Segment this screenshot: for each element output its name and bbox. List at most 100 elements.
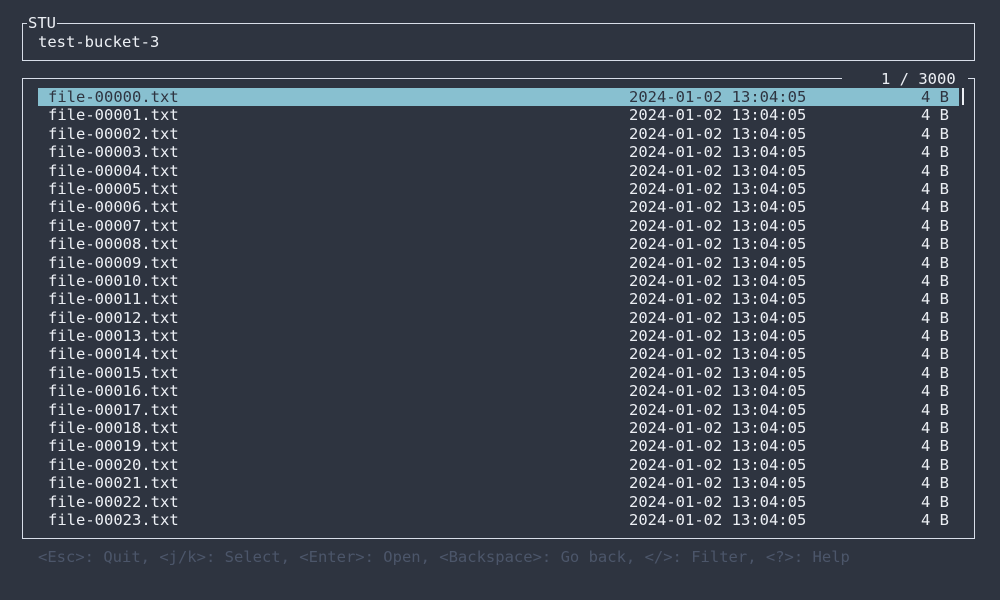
list-item[interactable]: file-00018.txt 2024-01-02 13:04:05 4 B bbox=[38, 419, 959, 437]
file-date: 2024-01-02 13:04:05 bbox=[629, 216, 807, 235]
file-name: file-00005.txt bbox=[48, 179, 179, 198]
file-name: file-00017.txt bbox=[48, 400, 179, 419]
file-size: 4 B bbox=[921, 474, 949, 493]
list-item[interactable]: file-00005.txt 2024-01-02 13:04:05 4 B bbox=[38, 180, 959, 198]
file-date: 2024-01-02 13:04:05 bbox=[629, 271, 807, 290]
file-size: 4 B bbox=[921, 290, 949, 309]
file-date: 2024-01-02 13:04:05 bbox=[629, 308, 807, 327]
help-bar: <Esc>: Quit, <j/k>: Select, <Enter>: Ope… bbox=[38, 548, 850, 566]
file-date: 2024-01-02 13:04:05 bbox=[629, 419, 807, 438]
list-item[interactable]: file-00012.txt 2024-01-02 13:04:05 4 B bbox=[38, 309, 959, 327]
list-item[interactable]: file-00001.txt 2024-01-02 13:04:05 4 B bbox=[38, 106, 959, 124]
object-list: file-00000.txt 2024-01-02 13:04:05 4 Bfile… bbox=[38, 88, 959, 529]
file-date: 2024-01-02 13:04:05 bbox=[629, 437, 807, 456]
file-date: 2024-01-02 13:04:05 bbox=[629, 382, 807, 401]
list-item[interactable]: file-00019.txt 2024-01-02 13:04:05 4 B bbox=[38, 437, 959, 455]
list-item[interactable]: file-00011.txt 2024-01-02 13:04:05 4 B bbox=[38, 290, 959, 308]
file-size: 4 B bbox=[921, 235, 949, 254]
list-item[interactable]: file-00009.txt 2024-01-02 13:04:05 4 B bbox=[38, 254, 959, 272]
file-name: file-00016.txt bbox=[48, 382, 179, 401]
list-item-selected[interactable]: file-00000.txt 2024-01-02 13:04:05 4 B bbox=[38, 88, 959, 107]
list-item[interactable]: file-00010.txt 2024-01-02 13:04:05 4 B bbox=[38, 272, 959, 290]
file-size: 4 B bbox=[921, 179, 949, 198]
file-size: 4 B bbox=[921, 382, 949, 401]
file-date: 2024-01-02 13:04:05 bbox=[629, 510, 807, 529]
list-item[interactable]: file-00004.txt 2024-01-02 13:04:05 4 B bbox=[38, 162, 959, 180]
file-name: file-00000.txt bbox=[48, 88, 179, 106]
file-name: file-00001.txt bbox=[48, 106, 179, 125]
file-name: file-00009.txt bbox=[48, 253, 179, 272]
file-date: 2024-01-02 13:04:05 bbox=[629, 492, 807, 511]
list-item[interactable]: file-00015.txt 2024-01-02 13:04:05 4 B bbox=[38, 364, 959, 382]
file-size: 4 B bbox=[921, 363, 949, 382]
list-item[interactable]: file-00002.txt 2024-01-02 13:04:05 4 B bbox=[38, 125, 959, 143]
file-name: file-00020.txt bbox=[48, 455, 179, 474]
file-name: file-00014.txt bbox=[48, 345, 179, 364]
list-item[interactable]: file-00007.txt 2024-01-02 13:04:05 4 B bbox=[38, 217, 959, 235]
list-item[interactable]: file-00006.txt 2024-01-02 13:04:05 4 B bbox=[38, 198, 959, 216]
list-item[interactable]: file-00021.txt 2024-01-02 13:04:05 4 B bbox=[38, 474, 959, 492]
list-item[interactable]: file-00017.txt 2024-01-02 13:04:05 4 B bbox=[38, 401, 959, 419]
scrollbar-thumb[interactable] bbox=[962, 88, 964, 105]
file-date: 2024-01-02 13:04:05 bbox=[629, 455, 807, 474]
file-name: file-00007.txt bbox=[48, 216, 179, 235]
file-date: 2024-01-02 13:04:05 bbox=[629, 363, 807, 382]
file-size: 4 B bbox=[921, 308, 949, 327]
file-size: 4 B bbox=[921, 253, 949, 272]
file-date: 2024-01-02 13:04:05 bbox=[629, 253, 807, 272]
list-item[interactable]: file-00003.txt 2024-01-02 13:04:05 4 B bbox=[38, 143, 959, 161]
file-name: file-00003.txt bbox=[48, 143, 179, 162]
item-counter: 1 / 3000 bbox=[881, 70, 956, 88]
file-size: 4 B bbox=[921, 271, 949, 290]
file-size: 4 B bbox=[921, 492, 949, 511]
file-date: 2024-01-02 13:04:05 bbox=[629, 106, 807, 125]
file-name: file-00011.txt bbox=[48, 290, 179, 309]
file-name: file-00002.txt bbox=[48, 124, 179, 143]
list-item[interactable]: file-00014.txt 2024-01-02 13:04:05 4 B bbox=[38, 345, 959, 363]
file-name: file-00013.txt bbox=[48, 327, 179, 346]
file-size: 4 B bbox=[921, 88, 949, 106]
file-size: 4 B bbox=[921, 345, 949, 364]
file-date: 2024-01-02 13:04:05 bbox=[629, 198, 807, 217]
bucket-header-box bbox=[22, 23, 975, 61]
file-name: file-00004.txt bbox=[48, 161, 179, 180]
list-item[interactable]: file-00016.txt 2024-01-02 13:04:05 4 B bbox=[38, 382, 959, 400]
file-size: 4 B bbox=[921, 510, 949, 529]
list-item[interactable]: file-00022.txt 2024-01-02 13:04:05 4 B bbox=[38, 493, 959, 511]
file-name: file-00012.txt bbox=[48, 308, 179, 327]
file-name: file-00008.txt bbox=[48, 235, 179, 254]
file-name: file-00022.txt bbox=[48, 492, 179, 511]
file-date: 2024-01-02 13:04:05 bbox=[629, 124, 807, 143]
file-date: 2024-01-02 13:04:05 bbox=[629, 161, 807, 180]
breadcrumb: test-bucket-3 bbox=[38, 33, 160, 51]
file-name: file-00006.txt bbox=[48, 198, 179, 217]
list-item[interactable]: file-00013.txt 2024-01-02 13:04:05 4 B bbox=[38, 327, 959, 345]
file-size: 4 B bbox=[921, 106, 949, 125]
app-title: STU bbox=[27, 14, 57, 32]
file-date: 2024-01-02 13:04:05 bbox=[629, 88, 807, 106]
file-name: file-00019.txt bbox=[48, 437, 179, 456]
file-size: 4 B bbox=[921, 400, 949, 419]
file-date: 2024-01-02 13:04:05 bbox=[629, 290, 807, 309]
file-size: 4 B bbox=[921, 419, 949, 438]
file-name: file-00015.txt bbox=[48, 363, 179, 382]
file-size: 4 B bbox=[921, 455, 949, 474]
file-name: file-00018.txt bbox=[48, 419, 179, 438]
list-item[interactable]: file-00020.txt 2024-01-02 13:04:05 4 B bbox=[38, 456, 959, 474]
file-date: 2024-01-02 13:04:05 bbox=[629, 327, 807, 346]
list-item[interactable]: file-00008.txt 2024-01-02 13:04:05 4 B bbox=[38, 235, 959, 253]
file-size: 4 B bbox=[921, 216, 949, 235]
file-date: 2024-01-02 13:04:05 bbox=[629, 345, 807, 364]
file-name: file-00023.txt bbox=[48, 510, 179, 529]
file-size: 4 B bbox=[921, 198, 949, 217]
file-size: 4 B bbox=[921, 143, 949, 162]
file-name: file-00021.txt bbox=[48, 474, 179, 493]
file-size: 4 B bbox=[921, 161, 949, 180]
list-item[interactable]: file-00023.txt 2024-01-02 13:04:05 4 B bbox=[38, 511, 959, 529]
file-size: 4 B bbox=[921, 327, 949, 346]
file-date: 2024-01-02 13:04:05 bbox=[629, 400, 807, 419]
file-date: 2024-01-02 13:04:05 bbox=[629, 235, 807, 254]
file-size: 4 B bbox=[921, 437, 949, 456]
file-date: 2024-01-02 13:04:05 bbox=[629, 179, 807, 198]
file-date: 2024-01-02 13:04:05 bbox=[629, 474, 807, 493]
